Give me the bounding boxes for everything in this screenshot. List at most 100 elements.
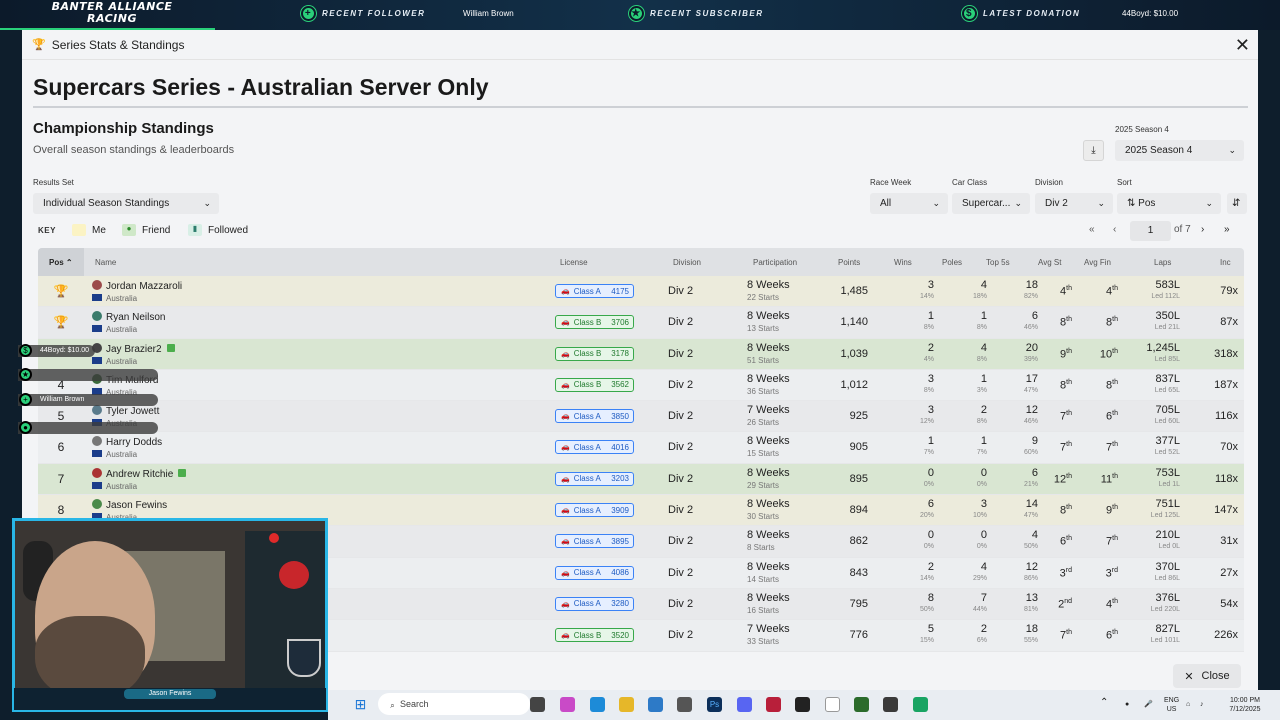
clock[interactable]: 10:00 PM 7/12/2025 — [1223, 696, 1267, 714]
laps-value: 705L — [1155, 404, 1180, 417]
poles-percent: 7% — [976, 449, 987, 457]
avatar — [92, 436, 102, 447]
position-cell: 🏆 — [38, 307, 84, 337]
close-icon: ✕ — [1184, 670, 1194, 683]
app-icon[interactable] — [913, 697, 928, 712]
col-points[interactable]: Points — [838, 258, 860, 267]
driver-name[interactable]: Harry Dodds — [106, 437, 162, 448]
col-name[interactable]: Name — [95, 258, 116, 267]
position-value: 8 — [57, 503, 65, 518]
driver-name[interactable]: Jordan Mazzaroli — [106, 281, 182, 292]
wins-cell: 3 12% — [900, 404, 934, 425]
discord-icon[interactable] — [737, 697, 752, 712]
participation-starts: 14 Starts — [747, 574, 780, 584]
participation-weeks: 8 Weeks — [747, 560, 790, 573]
license-badge: 🚗 Class A 3203 — [555, 471, 634, 486]
obs-icon[interactable] — [883, 697, 898, 712]
copilot-icon[interactable] — [560, 697, 575, 712]
table-row[interactable]: 🏆 Ryan Neilson Australia 🚗 Class B 3706 Div 2 8… — [38, 307, 1244, 339]
poles-cell: 1 7% — [953, 435, 987, 456]
wins-percent: 14% — [919, 574, 934, 582]
first-page-icon[interactable]: « — [1089, 224, 1095, 235]
last-page-icon[interactable]: » — [1224, 224, 1230, 235]
top5s-value: 12 — [1025, 404, 1038, 417]
race-week-label: Race Week — [870, 178, 912, 187]
app-icon[interactable] — [854, 697, 869, 712]
race-week-select[interactable]: All ⌄ — [870, 193, 948, 214]
network-icon[interactable]: ⌂ — [1186, 700, 1190, 709]
folder-icon[interactable] — [619, 697, 634, 712]
driver-name[interactable]: Tyler Jowett — [106, 406, 159, 417]
snipping-icon[interactable] — [677, 697, 692, 712]
sort-select[interactable]: ⇅ Pos ⌄ — [1117, 193, 1221, 214]
col-inc[interactable]: Inc — [1220, 258, 1231, 267]
col-division[interactable]: Division — [673, 258, 701, 267]
sort-direction-icon: ⇵ — [1232, 198, 1241, 209]
results-set-select[interactable]: Individual Season Standings ⌄ — [33, 193, 219, 214]
col-pos[interactable]: Pos ⌃ — [49, 258, 73, 267]
poles-percent: 0% — [976, 480, 987, 488]
laps-cell: 377L Led 52L — [1110, 435, 1180, 456]
participation-weeks: 8 Weeks — [747, 341, 790, 354]
participation-starts: 33 Starts — [747, 637, 780, 647]
page-input[interactable]: 1 — [1130, 221, 1171, 241]
season-select[interactable]: 2025 Season 4 ⌄ — [1115, 140, 1244, 161]
laps-cell: 376L Led 220L — [1110, 592, 1180, 613]
license-badge: 🚗 Class B 3706 — [555, 315, 634, 330]
division-select[interactable]: Div 2 ⌄ — [1035, 193, 1113, 214]
driver-name[interactable]: Andrew Ritchie — [106, 468, 187, 480]
language-indicator[interactable]: ENG US — [1164, 696, 1179, 714]
col-laps[interactable]: Laps — [1154, 258, 1171, 267]
table-row[interactable]: Jay Brazier2 Australia 🚗 Class B 3178 Div 2 8 … — [38, 338, 1244, 370]
col-license[interactable]: License — [560, 258, 588, 267]
microphone-icon[interactable]: 🎤 — [1144, 700, 1153, 709]
edge-icon[interactable] — [590, 697, 605, 712]
app-icon[interactable] — [766, 697, 781, 712]
ticker-bar — [18, 369, 158, 381]
tray-app-icon[interactable]: ● — [1125, 700, 1129, 709]
helmet — [279, 561, 309, 589]
col-poles[interactable]: Poles — [942, 258, 962, 267]
license-rating: 4016 — [611, 442, 629, 452]
col-wins[interactable]: Wins — [894, 258, 912, 267]
col-top5s[interactable]: Top 5s — [986, 258, 1010, 267]
license-badge: 🚗 Class A 3280 — [555, 596, 634, 611]
laps-value: 827L — [1155, 623, 1180, 636]
prev-page-icon[interactable]: ‹ — [1113, 224, 1116, 235]
close-button[interactable]: ✕ Close — [1173, 664, 1241, 688]
car-class-select[interactable]: Supercar... ⌄ — [952, 193, 1030, 214]
volume-icon[interactable]: ♪ — [1200, 700, 1204, 709]
table-row[interactable]: 7 Andrew Ritchie Australia 🚗 Class A 3203 Div … — [38, 463, 1244, 496]
terminal-icon[interactable] — [795, 697, 810, 712]
col-participation[interactable]: Participation — [753, 258, 797, 267]
driver-name[interactable]: Jay Brazier2 — [106, 343, 175, 355]
poles-percent: 29% — [972, 574, 987, 582]
windows-start-icon[interactable]: ⊞ — [353, 697, 368, 712]
table-row[interactable]: 6 Harry Dodds Australia 🚗 Class A 4016 Div 2 8 … — [38, 432, 1244, 464]
table-row[interactable]: 5Tyler JowettAustralia🚗Class A3850Div 27… — [38, 401, 1244, 433]
avg-start-cell: 12th — [1042, 473, 1072, 486]
close-icon[interactable]: ✕ — [1235, 36, 1250, 54]
photos-icon[interactable] — [648, 697, 663, 712]
next-page-icon[interactable]: › — [1201, 224, 1204, 235]
photoshop-icon[interactable]: Ps — [707, 697, 722, 712]
driver-name[interactable]: Ryan Neilson — [106, 312, 165, 323]
task-view-icon[interactable] — [530, 697, 545, 712]
license-class: Class B — [573, 317, 602, 327]
col-avg-st[interactable]: Avg St — [1038, 258, 1061, 267]
notepad-icon[interactable] — [825, 697, 840, 712]
participation-weeks: 8 Weeks — [747, 466, 790, 479]
table-row[interactable]: 🏆 Jordan Mazzaroli Australia 🚗 Class A 4175 Di… — [38, 276, 1244, 308]
sort-direction-button[interactable]: ⇵ — [1227, 193, 1247, 214]
chevron-down-icon: ⌄ — [203, 198, 211, 208]
download-button[interactable]: ⤓ — [1083, 140, 1104, 161]
col-avg-fin[interactable]: Avg Fin — [1084, 258, 1111, 267]
table-row[interactable]: 4Tim MulfordAustralia🚗Class B3562Div 28 … — [38, 369, 1244, 402]
tray-chevron-icon[interactable]: ⌃ — [1100, 698, 1108, 708]
driver-name[interactable]: Jason Fewins — [106, 500, 167, 511]
top5s-value: 14 — [1025, 498, 1038, 511]
wins-percent: 7% — [923, 449, 934, 457]
taskbar-search[interactable]: Search — [378, 693, 530, 715]
poles-value: 1 — [980, 372, 987, 385]
license-rating: 3178 — [611, 349, 629, 359]
